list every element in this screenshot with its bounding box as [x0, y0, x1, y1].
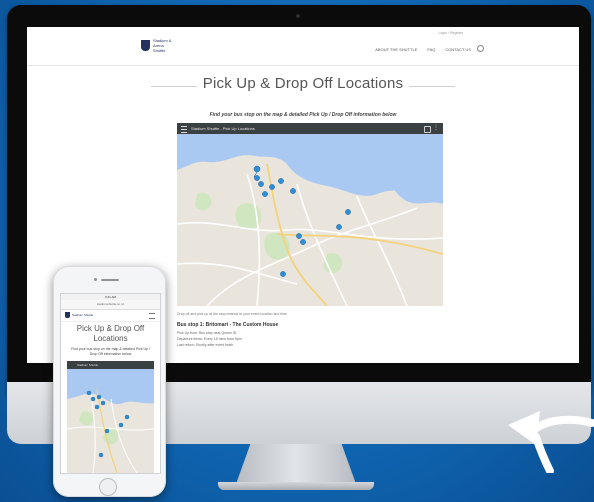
iphone: 9:41 AM stadiumshuttle.co.nz Stadium Shu… [53, 266, 166, 497]
phone-map-canvas[interactable] [67, 369, 154, 473]
listing-line: Pick Up from: Bus stop near Queen St [177, 331, 237, 335]
phone-screen: 9:41 AM stadiumshuttle.co.nz Stadium Shu… [60, 293, 161, 474]
menu-icon[interactable] [181, 126, 187, 133]
site-logo[interactable]: Stadium & Arena Shuttle [141, 37, 175, 53]
main-nav: ABOUT THE SHUTTLE FAQ CONTACT US [375, 47, 471, 52]
embedded-map[interactable]: Stadium Shuttle - Pick Up Locations ⋮ [177, 123, 443, 306]
hamburger-icon[interactable] [149, 313, 155, 319]
phone-page-title: Pick Up & Drop Off Locations [76, 324, 145, 343]
shield-icon [65, 312, 70, 318]
phone-page-subtitle: Find your bus stop on the map & detailed… [71, 347, 150, 356]
phone-speaker [101, 279, 119, 281]
phone-embedded-map[interactable]: Stadium Shuttle [67, 361, 154, 473]
search-icon[interactable] [477, 45, 484, 52]
home-button[interactable] [99, 478, 117, 496]
more-icon[interactable]: ⋮ [433, 124, 439, 132]
nav-item-about[interactable]: ABOUT THE SHUTTLE [375, 47, 417, 52]
map-bar-title: Stadium Shuttle - Pick Up Locations [191, 126, 255, 131]
phone-map-title-bar: Stadium Shuttle [67, 361, 154, 369]
nav-item-faq[interactable]: FAQ [427, 47, 435, 52]
title-divider-right [409, 86, 455, 87]
map-canvas[interactable] [177, 134, 443, 306]
map-title-bar: Stadium Shuttle - Pick Up Locations ⋮ [177, 123, 443, 134]
listing-line: Last return: Shortly after event finish [177, 343, 234, 347]
logo-text: Stadium & Arena Shuttle [153, 37, 172, 53]
listing-title: Bus stop 1: Britomart - The Custom House [177, 322, 279, 328]
phone-site-logo[interactable]: Stadium Shuttle [65, 312, 93, 318]
site-header: Stadium & Arena Shuttle Login / Register… [27, 27, 579, 66]
phone-camera-icon [94, 278, 97, 281]
nav-item-contact[interactable]: CONTACT US [445, 47, 471, 52]
phone-map-bar-title: Stadium Shuttle [77, 363, 99, 367]
imac-stand [236, 444, 356, 484]
login-link[interactable]: Login / Register [438, 31, 463, 35]
phone-logo-text: Stadium Shuttle [72, 313, 94, 317]
share-icon[interactable] [424, 126, 431, 133]
curved-arrow-icon [508, 411, 594, 473]
page-subtitle: Find your bus stop on the map & detailed… [209, 112, 397, 118]
listing-line: Departure times: Every 15 mins from 5pm [177, 337, 242, 341]
phone-site-header: Stadium Shuttle [61, 309, 160, 322]
shield-icon [141, 39, 150, 51]
camera-icon [296, 14, 300, 18]
map-footer-text: Drop off and pick up at the stop nearest… [177, 312, 288, 316]
imac-stand-base [218, 482, 374, 490]
page-title: Pick Up & Drop Off Locations [202, 75, 404, 92]
